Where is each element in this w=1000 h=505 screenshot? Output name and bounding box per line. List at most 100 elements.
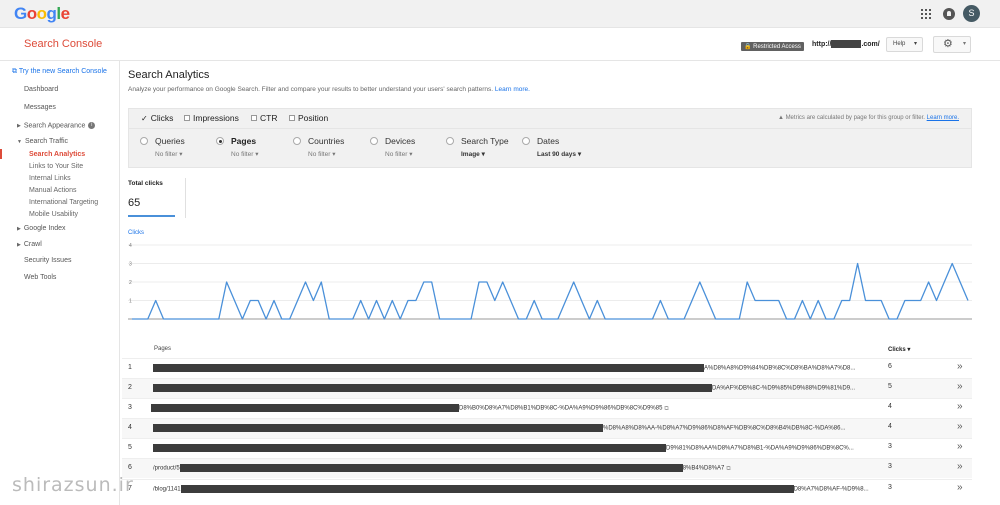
sidebar-item-mobile-usability[interactable]: Mobile Usability <box>29 211 78 218</box>
active-indicator <box>0 149 2 159</box>
redacted-url <box>153 444 666 452</box>
page-url-link[interactable]: /product/5 8%B4%D8%A7 ⧉ <box>153 464 883 473</box>
sidebar-item-dashboard[interactable]: Dashboard <box>24 86 58 93</box>
redacted-url <box>180 485 794 493</box>
expand-row-icon[interactable]: » <box>957 441 963 452</box>
clicks-line-chart[interactable]: 1 2 3 4 <box>128 239 972 323</box>
info-icon[interactable]: i <box>88 122 96 129</box>
table-row[interactable]: 6 /product/5 8%B4%D8%A7 ⧉ 3 » <box>122 458 972 478</box>
warning-icon: ▲ <box>777 115 784 121</box>
expand-row-icon[interactable]: » <box>957 482 963 493</box>
y-tick-label: 2 <box>129 280 132 286</box>
chevron-down-icon: ▼ <box>17 139 22 145</box>
expand-row-icon[interactable]: » <box>957 461 963 472</box>
redacted-url <box>153 384 712 392</box>
sidebar-item-web-tools[interactable]: Web Tools <box>24 274 56 281</box>
chevron-right-icon: ▶ <box>17 226 21 232</box>
expand-row-icon[interactable]: » <box>957 361 963 372</box>
radio-button-selected[interactable] <box>216 137 224 145</box>
redacted-url <box>179 464 683 472</box>
radio-button[interactable] <box>446 137 454 145</box>
table-row[interactable]: 2 DA%AF%DB%8C-%D9%85%D9%88%D9%81%D9... 5… <box>122 378 972 398</box>
page-url-link[interactable]: /blog/1141 D8%A7%D8%AF-%D9%8... <box>153 485 883 493</box>
expand-row-icon[interactable]: » <box>957 421 963 432</box>
table-row[interactable]: 3 D8%B0%D8%A7%D8%B1%DB%8C-%DA%A9%D9%86%D… <box>122 398 972 418</box>
radio-button[interactable] <box>522 137 530 145</box>
metric-position-checkbox[interactable]: Position <box>289 113 328 123</box>
column-header-clicks[interactable]: Clicks ▾ <box>888 346 910 353</box>
sidebar-item-search-appearance[interactable]: ▶ Search Appearance i <box>17 122 96 130</box>
sidebar-item-try-new[interactable]: ⧉ Try the new Search Console <box>12 68 107 76</box>
chevron-right-icon: ▶ <box>17 123 21 130</box>
external-link-icon[interactable]: ⧉ <box>726 466 730 472</box>
total-clicks-card[interactable]: Total clicks 65 <box>128 178 186 218</box>
console-header: Search Console 🔒 Restricted Access http:… <box>0 28 1000 61</box>
page-title: Search Analytics <box>128 69 210 81</box>
metric-ctr-checkbox[interactable]: CTR <box>251 113 277 123</box>
page-url-link[interactable]: %D8%A8%D8%AA-%D8%A7%D9%86%D8%AF%DB%8C%D8… <box>153 424 883 432</box>
radio-button[interactable] <box>140 137 148 145</box>
page-url-link[interactable]: A%D8%A8%D9%84%DB%8C%D8%BA%D8%A7%D8... <box>153 364 883 372</box>
column-header-pages[interactable]: Pages <box>154 346 171 352</box>
filter-dropdown[interactable]: No filter ▾ <box>385 150 412 158</box>
settings-button[interactable]: ⚙ <box>933 36 971 53</box>
radio-button[interactable] <box>293 137 301 145</box>
table-row[interactable]: 1 A%D8%A8%D9%84%DB%8C%D8%BA%D8%A7%D8... … <box>122 358 972 378</box>
y-tick-label: 1 <box>129 299 132 305</box>
sidebar-item-manual-actions[interactable]: Manual Actions <box>29 187 76 194</box>
site-selector[interactable]: http://.com/ <box>812 40 880 48</box>
product-title[interactable]: Search Console <box>24 38 102 50</box>
watermark: shirazsun.ir <box>12 474 134 496</box>
avatar[interactable]: S <box>963 5 980 22</box>
sidebar: ⧉ Try the new Search Console Dashboard M… <box>0 61 120 505</box>
total-clicks-label: Total clicks <box>128 180 163 187</box>
filter-dropdown[interactable]: No filter ▾ <box>308 150 335 158</box>
metric-impressions-checkbox[interactable]: Impressions <box>184 113 239 123</box>
clicks-series-line[interactable] <box>132 262 969 320</box>
total-clicks-underline <box>128 215 175 217</box>
page-url-link[interactable]: D9%81%D8%AA%D8%A7%D8%B1-%DA%A9%D9%86%DB%… <box>153 444 883 452</box>
expand-row-icon[interactable]: » <box>957 381 963 392</box>
filter-dropdown[interactable]: No filter ▾ <box>231 150 258 158</box>
page-url-link[interactable]: DA%AF%DB%8C-%D9%85%D9%88%D9%81%D9... <box>153 384 883 392</box>
page-description: Analyze your performance on Google Searc… <box>128 86 530 93</box>
radio-button[interactable] <box>370 137 378 145</box>
metrics-bar: ✓ Clicks Impressions CTR Position ▲ Metri… <box>128 108 972 129</box>
table-row[interactable]: 4 %D8%A8%D8%AA-%D8%A7%D9%86%D8%AF%DB%8C%… <box>122 418 972 438</box>
notifications-icon[interactable] <box>943 8 955 20</box>
sidebar-item-international-targeting[interactable]: International Targeting <box>29 199 98 206</box>
sidebar-item-internal-links[interactable]: Internal Links <box>29 175 71 182</box>
help-button[interactable]: Help <box>886 37 923 52</box>
google-top-bar: Google S <box>0 0 1000 28</box>
learn-more-link[interactable]: Learn more. <box>495 86 530 93</box>
sidebar-item-crawl[interactable]: ▶ Crawl <box>17 241 42 248</box>
table-row[interactable]: 5 D9%81%D8%AA%D8%A7%D8%B1-%DA%A9%D9%86%D… <box>122 438 972 458</box>
sidebar-item-messages[interactable]: Messages <box>24 104 56 111</box>
redacted-url <box>153 424 603 432</box>
redacted-domain <box>831 40 862 48</box>
sidebar-item-links-to-site[interactable]: Links to Your Site <box>29 163 83 170</box>
metric-clicks-checkbox[interactable]: ✓ Clicks <box>141 113 173 123</box>
google-logo[interactable]: Google <box>14 4 70 24</box>
metrics-learn-more-link[interactable]: Learn more. <box>927 115 959 121</box>
apps-grid-icon[interactable] <box>921 9 931 19</box>
expand-row-icon[interactable]: » <box>957 401 963 412</box>
external-link-icon[interactable]: ⧉ <box>664 406 668 412</box>
checkbox <box>184 115 190 121</box>
page-url-link[interactable]: D8%B0%D8%A7%D8%B1%DB%8C-%DA%A9%D9%86%DB%… <box>151 404 881 413</box>
chevron-right-icon: ▶ <box>17 242 21 248</box>
y-tick-label: 3 <box>129 262 132 268</box>
gear-icon: ⚙ <box>943 38 953 50</box>
sidebar-item-google-index[interactable]: ▶ Google Index <box>17 225 66 232</box>
total-clicks-value: 65 <box>128 197 141 209</box>
filter-dropdown[interactable]: Image ▾ <box>461 150 485 158</box>
table-row[interactable]: 7 /blog/1141 D8%A7%D8%AF-%D9%8... 3 » <box>122 479 972 499</box>
filter-dropdown[interactable]: No filter ▾ <box>155 150 182 158</box>
restricted-access-badge: 🔒 Restricted Access <box>741 42 804 51</box>
checkmark-icon: ✓ <box>141 114 148 123</box>
filter-dropdown[interactable]: Last 90 days ▾ <box>537 150 581 158</box>
sidebar-item-security-issues[interactable]: Security Issues <box>24 257 71 264</box>
sidebar-item-search-analytics[interactable]: Search Analytics <box>29 151 85 158</box>
checkbox <box>289 115 295 121</box>
sidebar-item-search-traffic[interactable]: ▼ Search Traffic <box>17 138 68 145</box>
